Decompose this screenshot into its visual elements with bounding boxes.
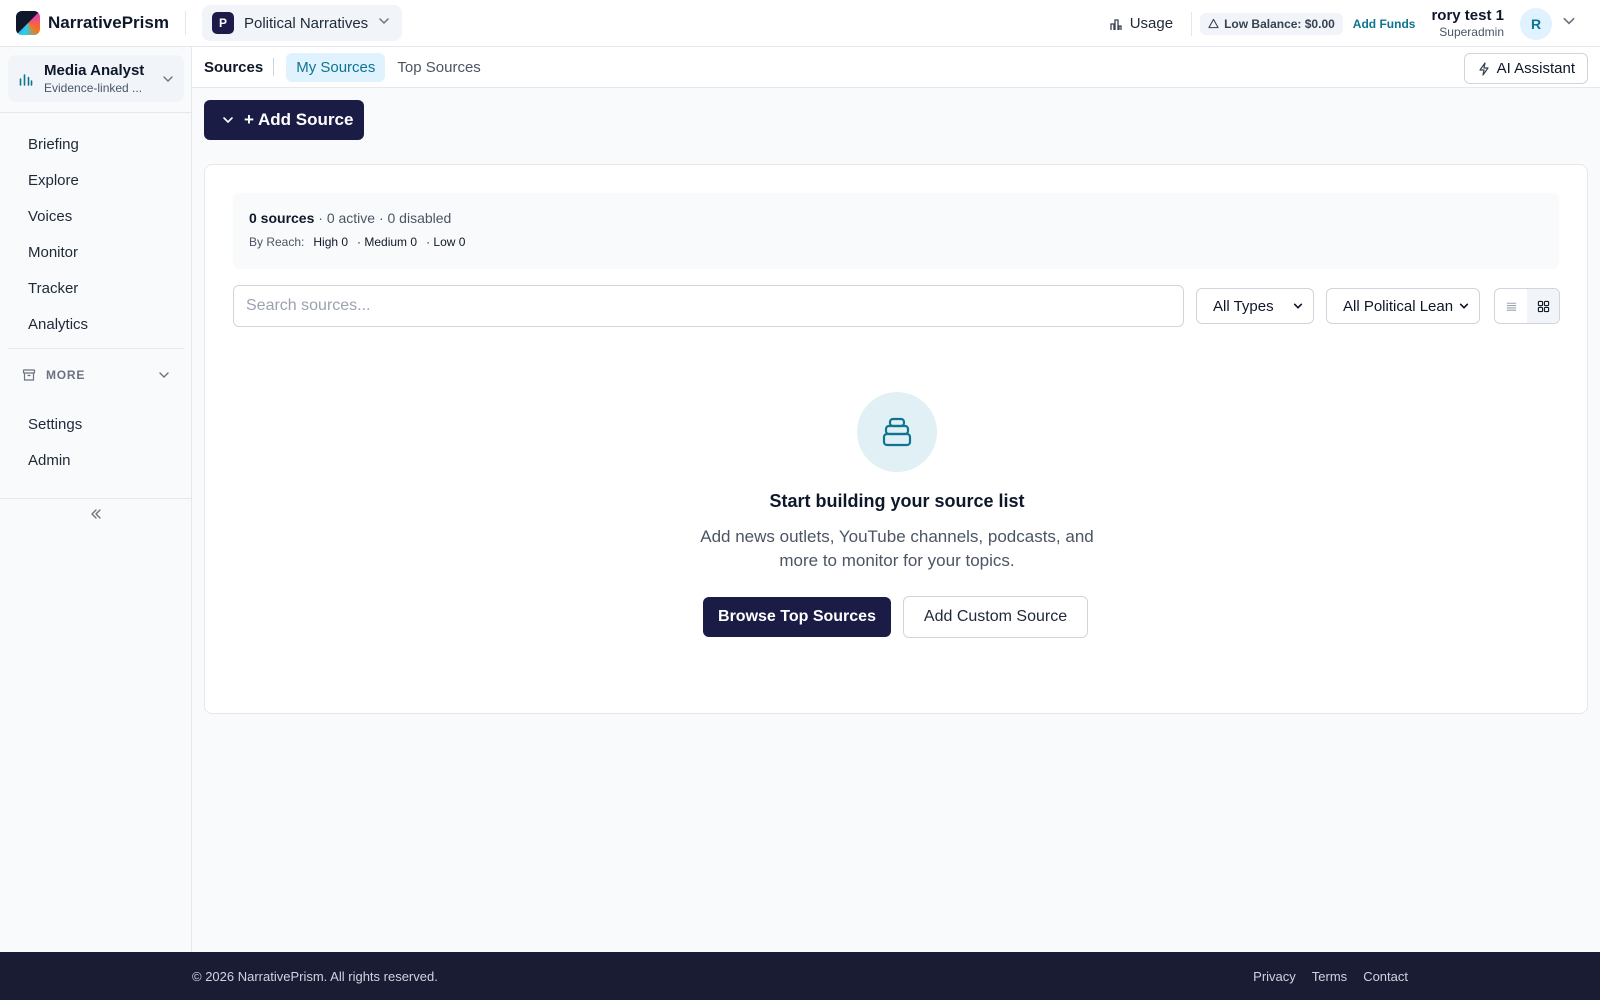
chevron-down-icon[interactable]: [1562, 14, 1576, 33]
app-name: NarrativePrism: [48, 13, 169, 32]
workspace-name: Political Narratives: [243, 14, 369, 32]
sources-count: 0 sources: [249, 210, 315, 226]
archive-icon: [22, 369, 36, 381]
sidebar-item-monitor[interactable]: Monitor: [0, 234, 192, 270]
reach-medium: · Medium 0: [357, 235, 418, 249]
footer: © 2026 NarrativePrism. All rights reserv…: [0, 952, 1600, 1000]
list-icon: [1506, 302, 1516, 311]
chevron-down-icon: [378, 14, 390, 32]
footer-link-privacy[interactable]: Privacy: [1253, 969, 1296, 984]
add-custom-source-button[interactable]: Add Custom Source: [903, 596, 1088, 638]
type-filter-value: All Types: [1213, 297, 1274, 315]
sidebar-bottom-nav: Settings Admin: [0, 406, 192, 478]
sources-panel: 0 sources · 0 active · 0 disabled By Rea…: [204, 164, 1588, 714]
sources-status-summary: · 0 active · 0 disabled: [314, 210, 452, 226]
usage-button[interactable]: Usage: [1109, 15, 1173, 32]
sidebar-item-briefing[interactable]: Briefing: [0, 126, 192, 162]
chevron-down-icon: [1293, 303, 1303, 309]
header-divider: [1191, 11, 1193, 36]
balance-badge: Low Balance: $0.00: [1200, 12, 1343, 35]
user-role: Superadmin: [1439, 25, 1504, 39]
grid-icon: [1537, 300, 1549, 312]
role-subtitle: Evidence-linked ...: [44, 80, 143, 95]
add-funds-link[interactable]: Add Funds: [1353, 17, 1416, 31]
more-section-toggle[interactable]: MORE: [0, 357, 192, 393]
header-divider: [184, 11, 186, 35]
lean-filter-value: All Political Lean: [1343, 297, 1454, 315]
workspace-badge: P: [211, 12, 234, 34]
avatar[interactable]: R: [1520, 7, 1552, 40]
user-name: rory test 1: [1431, 7, 1504, 24]
reach-label: By Reach:: [249, 235, 305, 249]
footer-links: Privacy Terms Contact: [1237, 969, 1408, 984]
list-view-button[interactable]: [1495, 289, 1527, 323]
sidebar-item-admin[interactable]: Admin: [0, 442, 192, 478]
top-bar: NarrativePrism P Political Narratives Us…: [0, 0, 1600, 47]
database-stack-icon: [882, 417, 912, 447]
prism-logo-icon: [16, 11, 40, 35]
chevron-down-icon: [163, 75, 173, 82]
ai-assistant-label: AI Assistant: [1496, 60, 1575, 77]
sidebar-divider: [0, 498, 192, 499]
sidebar-divider: [8, 348, 184, 349]
search-input[interactable]: [233, 285, 1184, 327]
workspace-switcher[interactable]: P Political Narratives: [201, 5, 403, 41]
empty-state-title: Start building your source list: [769, 491, 1025, 511]
add-source-button[interactable]: + Add Source: [204, 100, 364, 140]
warning-icon: [1208, 18, 1219, 29]
chevron-down-icon: [159, 372, 169, 378]
sidebar-item-analytics[interactable]: Analytics: [0, 306, 192, 342]
bar-chart-icon: [1110, 18, 1122, 30]
add-source-label: + Add Source: [244, 110, 354, 129]
ai-assistant-button[interactable]: AI Assistant: [1463, 53, 1588, 84]
sources-stats: 0 sources · 0 active · 0 disabled By Rea…: [233, 193, 1559, 269]
role-title: Media Analyst: [44, 61, 145, 79]
balance-label: Low Balance: $0.00: [1224, 16, 1335, 31]
sidebar-divider: [0, 112, 192, 113]
political-lean-filter-select[interactable]: All Political Lean: [1326, 288, 1480, 324]
sidebar: Media Analyst Evidence-linked ... Briefi…: [0, 47, 192, 952]
sidebar-item-voices[interactable]: Voices: [0, 198, 192, 234]
view-toggle: [1494, 288, 1560, 324]
collapse-sidebar-button[interactable]: [84, 502, 108, 526]
sidebar-item-explore[interactable]: Explore: [0, 162, 192, 198]
chevron-down-icon: [223, 117, 233, 124]
app-logo[interactable]: NarrativePrism: [16, 11, 169, 35]
lightning-icon: [1479, 61, 1489, 76]
empty-state-icon: [857, 392, 937, 472]
title-divider: [273, 58, 275, 76]
reach-low: · Low 0: [426, 235, 466, 249]
sidebar-item-tracker[interactable]: Tracker: [0, 270, 192, 306]
footer-link-contact[interactable]: Contact: [1363, 969, 1408, 984]
empty-state-description: Add news outlets, YouTube channels, podc…: [700, 527, 1094, 570]
analytics-icon: [19, 73, 33, 86]
footer-link-terms[interactable]: Terms: [1312, 969, 1347, 984]
usage-label: Usage: [1129, 15, 1174, 32]
reach-high: High 0: [313, 235, 349, 249]
page-title: Sources: [204, 58, 264, 76]
user-info[interactable]: rory test 1 Superadmin: [1431, 7, 1504, 40]
browse-top-sources-button[interactable]: Browse Top Sources: [703, 597, 891, 637]
role-switcher[interactable]: Media Analyst Evidence-linked ...: [8, 55, 184, 102]
sidebar-item-settings[interactable]: Settings: [0, 406, 192, 442]
tab-top-sources[interactable]: Top Sources: [387, 53, 490, 82]
grid-view-button[interactable]: [1527, 289, 1559, 323]
chevrons-left-icon: [91, 509, 101, 519]
more-label: MORE: [46, 368, 86, 382]
chevron-down-icon: [1459, 303, 1469, 309]
sidebar-nav: Briefing Explore Voices Monitor Tracker …: [0, 126, 192, 342]
copyright: © 2026 NarrativePrism. All rights reserv…: [192, 968, 438, 984]
sources-subheader: Sources My Sources Top Sources AI Assist…: [192, 47, 1600, 88]
tab-my-sources[interactable]: My Sources: [286, 52, 386, 82]
type-filter-select[interactable]: All Types: [1196, 288, 1314, 324]
